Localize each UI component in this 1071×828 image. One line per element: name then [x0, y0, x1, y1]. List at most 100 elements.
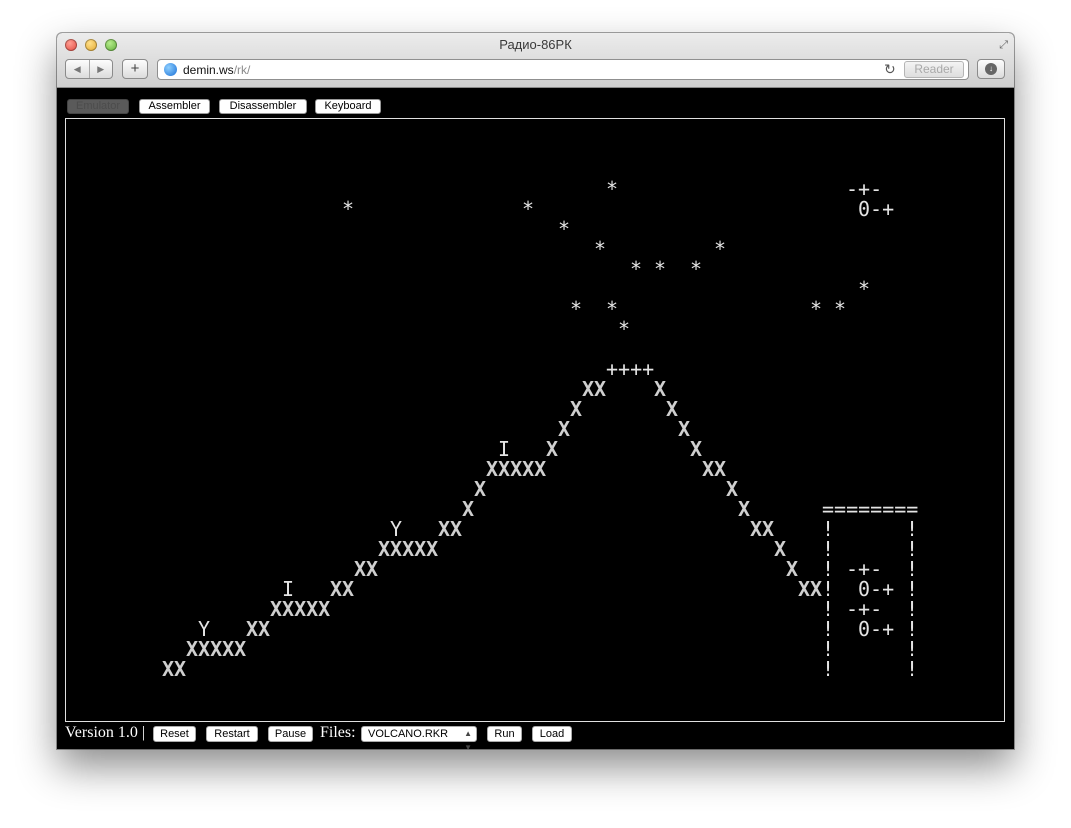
hut-wall-right: !: [906, 597, 919, 621]
slope-xx: XX: [438, 517, 463, 541]
crater: ++++: [606, 357, 655, 381]
history-nav: ◀ ▶: [65, 59, 113, 79]
slope-xx: XX: [354, 557, 379, 581]
hut-wall-left: !: [822, 557, 835, 581]
slope-x: X: [678, 417, 691, 441]
file-select-value: VOLCANO.RKR: [368, 728, 449, 740]
tab-disassembler[interactable]: Disassembler: [219, 99, 307, 114]
hut-wall-left: !: [822, 597, 835, 621]
slope-x: X: [570, 397, 583, 421]
url-path: /rk/: [233, 63, 251, 77]
flyer-top: -+-: [846, 177, 883, 201]
slope-x: X: [786, 557, 799, 581]
load-button[interactable]: Load: [532, 726, 572, 742]
figure-y: Y: [198, 617, 211, 641]
run-button[interactable]: Run: [487, 726, 522, 742]
slope-x: X: [726, 477, 739, 501]
hut-wall-left: !: [822, 657, 835, 681]
browser-toolbar: Радио-86РК ⤢ ◀ ▶ + demin.ws/rk/ ↻ Reader…: [57, 33, 1014, 88]
slope-x: X: [558, 417, 571, 441]
slope-xx: XX: [330, 577, 355, 601]
plus-icon[interactable]: +: [122, 59, 148, 79]
star: *: [594, 237, 607, 261]
star: *: [834, 297, 847, 321]
ledge-xxxxx: XXXXX: [186, 637, 247, 661]
fullscreen-icon[interactable]: ⤢: [999, 39, 1008, 52]
hut-wall-right: !: [906, 537, 919, 561]
slope-x: X: [546, 437, 559, 461]
page-content: Emulator Assembler Disassembler Keyboard…: [57, 88, 1014, 749]
file-select[interactable]: VOLCANO.RKR ▲ ▼: [361, 726, 477, 749]
slope-x: X: [774, 537, 787, 561]
reset-button[interactable]: Reset: [153, 726, 196, 742]
hut-cloud-top: -+-: [846, 557, 883, 581]
figure-i: I: [498, 437, 511, 461]
reader-button[interactable]: Reader: [904, 61, 964, 78]
star: *: [654, 257, 667, 281]
tab-assembler[interactable]: Assembler: [139, 99, 210, 114]
forward-arrow-icon[interactable]: ▶: [88, 60, 113, 78]
hut-wall-right: !: [906, 517, 919, 541]
hut-wall-left: !: [822, 537, 835, 561]
hut-wall-right: !: [906, 557, 919, 581]
star: *: [630, 257, 643, 281]
url-host: demin.ws: [183, 63, 234, 77]
slope-xx: XX: [582, 377, 607, 401]
slope-xx: XX: [702, 457, 727, 481]
slope-xx: XX: [246, 617, 271, 641]
star: *: [690, 257, 703, 281]
hut-wall-right: !: [906, 657, 919, 681]
window-title: Радио-86РК: [499, 37, 572, 52]
address-bar[interactable]: demin.ws/rk/ ↻ Reader: [157, 59, 969, 80]
emulator-screen[interactable]: * * * * * * * * * * * * * * * -+- 0-+ ++…: [65, 118, 1005, 722]
hut-wall-right: !: [906, 617, 919, 641]
restart-button[interactable]: Restart: [206, 726, 258, 742]
pause-button[interactable]: Pause: [268, 726, 313, 742]
ledge-xxxxx: XXXXX: [270, 597, 331, 621]
slope-xx: XX: [750, 517, 775, 541]
slope-x: X: [738, 497, 751, 521]
slope-xx: XX: [162, 657, 187, 681]
hut-wall-left: !: [822, 577, 835, 601]
globe-icon: [164, 63, 177, 76]
download-button[interactable]: ↓: [977, 59, 1005, 79]
tab-keyboard[interactable]: Keyboard: [315, 99, 381, 114]
star: *: [558, 217, 571, 241]
slope-x: X: [474, 477, 487, 501]
hut-cloud-bottom: 0-+: [858, 577, 895, 601]
ledge-xxxxx: XXXXX: [378, 537, 439, 561]
star: *: [810, 297, 823, 321]
star: *: [606, 177, 619, 201]
star: *: [618, 317, 631, 341]
star: *: [606, 297, 619, 321]
tab-emulator: Emulator: [67, 99, 129, 114]
hut-cloud-top: -+-: [846, 597, 883, 621]
slope-x: X: [462, 497, 475, 521]
slope-x: X: [690, 437, 703, 461]
reload-icon[interactable]: ↻: [884, 61, 896, 78]
back-arrow-icon[interactable]: ◀: [66, 60, 89, 78]
version-label: Version 1.0 |: [65, 724, 146, 741]
hut-roof: ========: [822, 497, 919, 521]
star: *: [858, 277, 871, 301]
flyer-bottom: 0-+: [858, 197, 895, 221]
star: *: [522, 197, 535, 221]
star: *: [714, 237, 727, 261]
hut-wall-left: !: [822, 517, 835, 541]
slope-x: X: [654, 377, 667, 401]
select-arrows-icon: ▲ ▼: [464, 729, 472, 749]
ledge-xxxxx: XXXXX: [486, 457, 547, 481]
hut-cloud-bottom: 0-+: [858, 617, 895, 641]
slope-x: X: [666, 397, 679, 421]
figure-y: Y: [390, 517, 403, 541]
hut-wall-left: !: [822, 637, 835, 661]
hut-wall-right: !: [906, 637, 919, 661]
browser-window: Радио-86РК ⤢ ◀ ▶ + demin.ws/rk/ ↻ Reader…: [57, 33, 1014, 749]
figure-i: I: [282, 577, 295, 601]
control-bar: Version 1.0 | Reset Restart Pause Files:…: [57, 724, 1014, 749]
star: *: [570, 297, 583, 321]
slope-xx: XX: [798, 577, 823, 601]
url-text[interactable]: demin.ws/rk/: [183, 63, 250, 77]
star: *: [342, 197, 355, 221]
files-label: Files:: [320, 724, 356, 741]
